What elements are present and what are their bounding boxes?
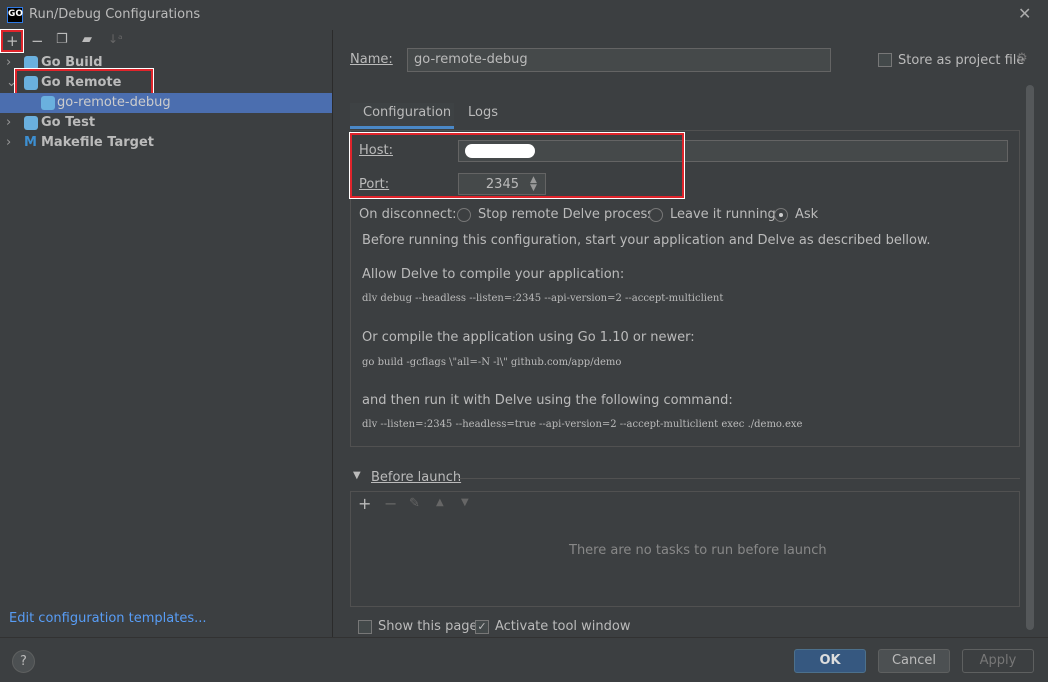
help-or: Or compile the application using Go 1.10… bbox=[362, 330, 695, 345]
gopher-icon bbox=[24, 116, 38, 130]
radio-ask-label: Ask bbox=[795, 207, 819, 222]
radio-ask[interactable] bbox=[774, 208, 788, 222]
radio-leave-running-label: Leave it running bbox=[670, 207, 776, 222]
chevron-right-icon[interactable]: › bbox=[6, 133, 11, 153]
name-label: Name: bbox=[350, 52, 393, 67]
minus-icon[interactable]: − bbox=[31, 32, 44, 50]
tree-item-makefile-target[interactable]: › M Makefile Target bbox=[0, 133, 332, 153]
go-remote-icon bbox=[41, 96, 55, 110]
highlight-box bbox=[14, 68, 154, 97]
sort-icon[interactable]: ↓ᵃ bbox=[108, 32, 123, 46]
collapse-triangle-icon[interactable]: ▼ bbox=[353, 470, 361, 481]
help-intro: Before running this configuration, start… bbox=[362, 233, 931, 248]
help-then: and then run it with Delve using the fol… bbox=[362, 393, 733, 408]
command-go-build: go build -gcflags \"all=-N -l\" github.c… bbox=[362, 357, 622, 368]
plus-icon[interactable]: + bbox=[358, 494, 371, 513]
goland-logo: GO bbox=[7, 7, 23, 23]
ok-button[interactable]: OK bbox=[794, 649, 866, 673]
activate-tool-window-label: Activate tool window bbox=[495, 619, 631, 634]
separator bbox=[458, 478, 1020, 479]
command-dlv-exec: dlv --listen=:2345 --headless=true --api… bbox=[362, 419, 803, 430]
edit-templates-link[interactable]: Edit configuration templates... bbox=[9, 611, 207, 626]
help-allow: Allow Delve to compile your application: bbox=[362, 267, 625, 282]
gopher-icon bbox=[24, 56, 38, 70]
show-page-label: Show this page bbox=[378, 619, 478, 634]
move-up-icon[interactable]: ▲ bbox=[436, 497, 444, 508]
divider bbox=[332, 30, 333, 637]
copy-icon[interactable]: ❐ bbox=[56, 32, 68, 47]
show-page-checkbox[interactable] bbox=[358, 620, 372, 634]
tree-item-go-test[interactable]: › Go Test bbox=[0, 113, 332, 133]
tree-item-go-remote-debug[interactable]: go-remote-debug bbox=[0, 93, 332, 113]
divider bbox=[0, 637, 1048, 638]
tab-configuration[interactable]: Configuration bbox=[350, 103, 454, 129]
apply-button[interactable]: Apply bbox=[962, 649, 1034, 673]
move-down-icon[interactable]: ▼ bbox=[461, 497, 469, 508]
radio-leave-running[interactable] bbox=[649, 208, 663, 222]
edit-icon[interactable]: ✎ bbox=[409, 496, 420, 511]
close-icon[interactable]: ✕ bbox=[1018, 4, 1031, 23]
folder-add-icon[interactable]: ▰ bbox=[82, 32, 92, 47]
highlight-box bbox=[0, 29, 24, 53]
makefile-icon: M bbox=[24, 135, 37, 150]
name-input[interactable]: go-remote-debug bbox=[407, 48, 831, 72]
radio-stop-delve-label: Stop remote Delve process bbox=[478, 207, 654, 222]
before-launch-label: Before launch bbox=[371, 470, 462, 485]
window-title: Run/Debug Configurations bbox=[29, 7, 201, 22]
chevron-right-icon[interactable]: › bbox=[6, 53, 11, 73]
scrollbar[interactable] bbox=[1026, 85, 1034, 630]
minus-icon[interactable]: − bbox=[384, 494, 397, 513]
store-project-checkbox[interactable] bbox=[878, 53, 892, 67]
config-toolbar: + − ❐ ▰ ↓ᵃ bbox=[0, 29, 332, 53]
command-dlv-debug: dlv debug --headless --listen=:2345 --ap… bbox=[362, 293, 724, 304]
cancel-button[interactable]: Cancel bbox=[878, 649, 950, 673]
on-disconnect-label: On disconnect: bbox=[359, 207, 457, 222]
tab-logs[interactable]: Logs bbox=[468, 103, 498, 129]
gear-icon[interactable]: ⚙ bbox=[1016, 51, 1028, 66]
help-icon[interactable]: ? bbox=[12, 650, 35, 673]
store-project-label: Store as project file bbox=[898, 53, 1025, 68]
empty-tasks-text: There are no tasks to run before launch bbox=[569, 543, 827, 558]
chevron-right-icon[interactable]: › bbox=[6, 113, 11, 133]
activate-tool-window-checkbox[interactable]: ✓ bbox=[475, 620, 489, 634]
radio-stop-delve[interactable] bbox=[457, 208, 471, 222]
highlight-box bbox=[349, 132, 685, 199]
